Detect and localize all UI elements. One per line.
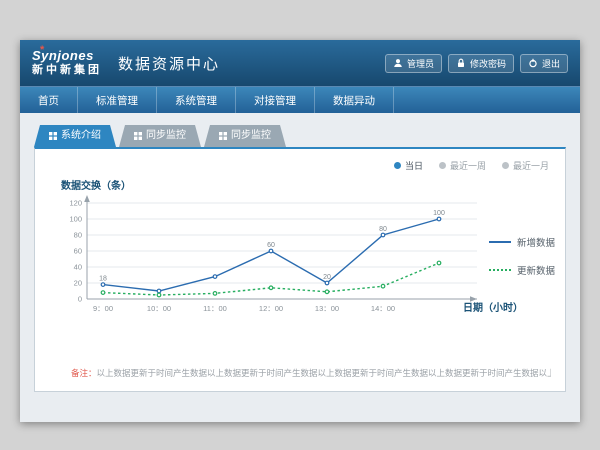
main-nav: 首页 标准管理 系统管理 对接管理 数据异动 bbox=[20, 86, 580, 113]
nav-item-connect-mgmt[interactable]: 对接管理 bbox=[236, 87, 315, 113]
svg-text:60: 60 bbox=[267, 242, 275, 249]
tab-sync-monitor-1[interactable]: 同步监控 bbox=[119, 125, 201, 147]
svg-text:100: 100 bbox=[69, 215, 82, 224]
filter-last-week[interactable]: 最近一周 bbox=[439, 159, 486, 172]
header-actions: 管理员 修改密码 退出 bbox=[385, 54, 568, 73]
range-filter: 当日 最近一周 最近一月 bbox=[394, 159, 549, 172]
tab-bar: 系统介绍 同步监控 同步监控 bbox=[34, 125, 566, 147]
power-icon bbox=[528, 58, 538, 68]
svg-text:11：00: 11：00 bbox=[203, 304, 227, 313]
nav-item-standard-mgmt[interactable]: 标准管理 bbox=[78, 87, 157, 113]
logo-subtitle: 新中新集团 bbox=[32, 64, 102, 77]
nav-item-label: 标准管理 bbox=[96, 93, 138, 108]
tab-system-intro[interactable]: 系统介绍 bbox=[34, 125, 116, 147]
app-window: Synjones * 新中新集团 数据资源中心 管理员 修改密码 bbox=[20, 40, 580, 422]
svg-text:80: 80 bbox=[74, 231, 82, 240]
change-password-button-label: 修改密码 bbox=[470, 57, 506, 70]
nav-item-label: 系统管理 bbox=[175, 93, 217, 108]
brand-logo: Synjones * 新中新集团 bbox=[32, 49, 102, 77]
filter-label: 最近一月 bbox=[513, 159, 549, 172]
change-password-button[interactable]: 修改密码 bbox=[448, 54, 514, 73]
svg-text:20: 20 bbox=[74, 279, 82, 288]
nav-item-label: 数据异动 bbox=[333, 93, 375, 108]
chart-y-axis-title: 数据交换（条） bbox=[61, 177, 131, 192]
svg-text:20: 20 bbox=[323, 274, 331, 281]
grid-icon bbox=[134, 132, 142, 140]
blue-solid-line-icon bbox=[489, 241, 511, 243]
footnote-prefix: 备注： bbox=[71, 368, 97, 378]
filter-label: 最近一周 bbox=[450, 159, 486, 172]
svg-text:10：00: 10：00 bbox=[147, 304, 171, 313]
svg-text:13：00: 13：00 bbox=[315, 304, 339, 313]
chart-legend: 新增数据 更新数据 bbox=[489, 235, 555, 277]
nav-item-label: 对接管理 bbox=[254, 93, 296, 108]
tab-label: 同步监控 bbox=[146, 125, 186, 147]
dot-icon bbox=[394, 162, 401, 169]
svg-text:100: 100 bbox=[433, 210, 445, 217]
lock-icon bbox=[456, 58, 466, 68]
svg-text:40: 40 bbox=[74, 263, 82, 272]
content-area: 系统介绍 同步监控 同步监控 当日 bbox=[20, 113, 580, 422]
tab-sync-monitor-2[interactable]: 同步监控 bbox=[204, 125, 286, 147]
svg-text:120: 120 bbox=[69, 199, 82, 208]
user-icon bbox=[393, 58, 403, 68]
logout-button[interactable]: 退出 bbox=[520, 54, 568, 73]
footnote: 备注：以上数据更新于时间产生数据以上数据更新于时间产生数据以上数据更新于时间产生… bbox=[71, 367, 551, 379]
filter-today[interactable]: 当日 bbox=[394, 159, 423, 172]
svg-text:80: 80 bbox=[379, 226, 387, 233]
chart-x-axis-title: 日期（小时） bbox=[463, 299, 523, 314]
legend-label: 新增数据 bbox=[517, 235, 555, 249]
legend-label: 更新数据 bbox=[517, 263, 555, 277]
footnote-text: 以上数据更新于时间产生数据以上数据更新于时间产生数据以上数据更新于时间产生数据以… bbox=[97, 368, 551, 378]
filter-label: 当日 bbox=[405, 159, 423, 172]
line-chart: 0 20 40 60 80 100 120 9：00 10：00 11：00 12：00 13：00 1… bbox=[57, 193, 507, 325]
nav-item-data-change[interactable]: 数据异动 bbox=[315, 87, 394, 113]
svg-text:12：00: 12：00 bbox=[259, 304, 283, 313]
logo-wordmark: Synjones * bbox=[32, 49, 102, 64]
tab-label: 同步监控 bbox=[231, 125, 271, 147]
admin-button[interactable]: 管理员 bbox=[385, 54, 442, 73]
svg-text:0: 0 bbox=[78, 295, 82, 304]
app-header: Synjones * 新中新集团 数据资源中心 管理员 修改密码 bbox=[20, 40, 580, 86]
tab-label: 系统介绍 bbox=[61, 125, 101, 147]
svg-text:60: 60 bbox=[74, 247, 82, 256]
svg-text:18: 18 bbox=[99, 276, 107, 283]
grid-icon bbox=[49, 132, 57, 140]
page-title: 数据资源中心 bbox=[118, 53, 220, 74]
nav-item-home[interactable]: 首页 bbox=[20, 87, 78, 113]
chart-panel: 当日 最近一周 最近一月 数据交换（条） 0 20 40 60 80 100 120 9：00… bbox=[34, 147, 566, 392]
filter-last-month[interactable]: 最近一月 bbox=[502, 159, 549, 172]
nav-item-label: 首页 bbox=[38, 93, 59, 108]
dot-icon bbox=[439, 162, 446, 169]
svg-text:9：00: 9：00 bbox=[93, 304, 113, 313]
grid-icon bbox=[219, 132, 227, 140]
green-dashed-line-icon bbox=[489, 269, 511, 271]
admin-button-label: 管理员 bbox=[407, 57, 434, 70]
legend-item-update-data: 更新数据 bbox=[489, 263, 555, 277]
logo-star-icon: * bbox=[40, 44, 45, 57]
legend-item-new-data: 新增数据 bbox=[489, 235, 555, 249]
nav-item-system-mgmt[interactable]: 系统管理 bbox=[157, 87, 236, 113]
dot-icon bbox=[502, 162, 509, 169]
logout-button-label: 退出 bbox=[542, 57, 560, 70]
svg-text:14：00: 14：00 bbox=[371, 304, 395, 313]
